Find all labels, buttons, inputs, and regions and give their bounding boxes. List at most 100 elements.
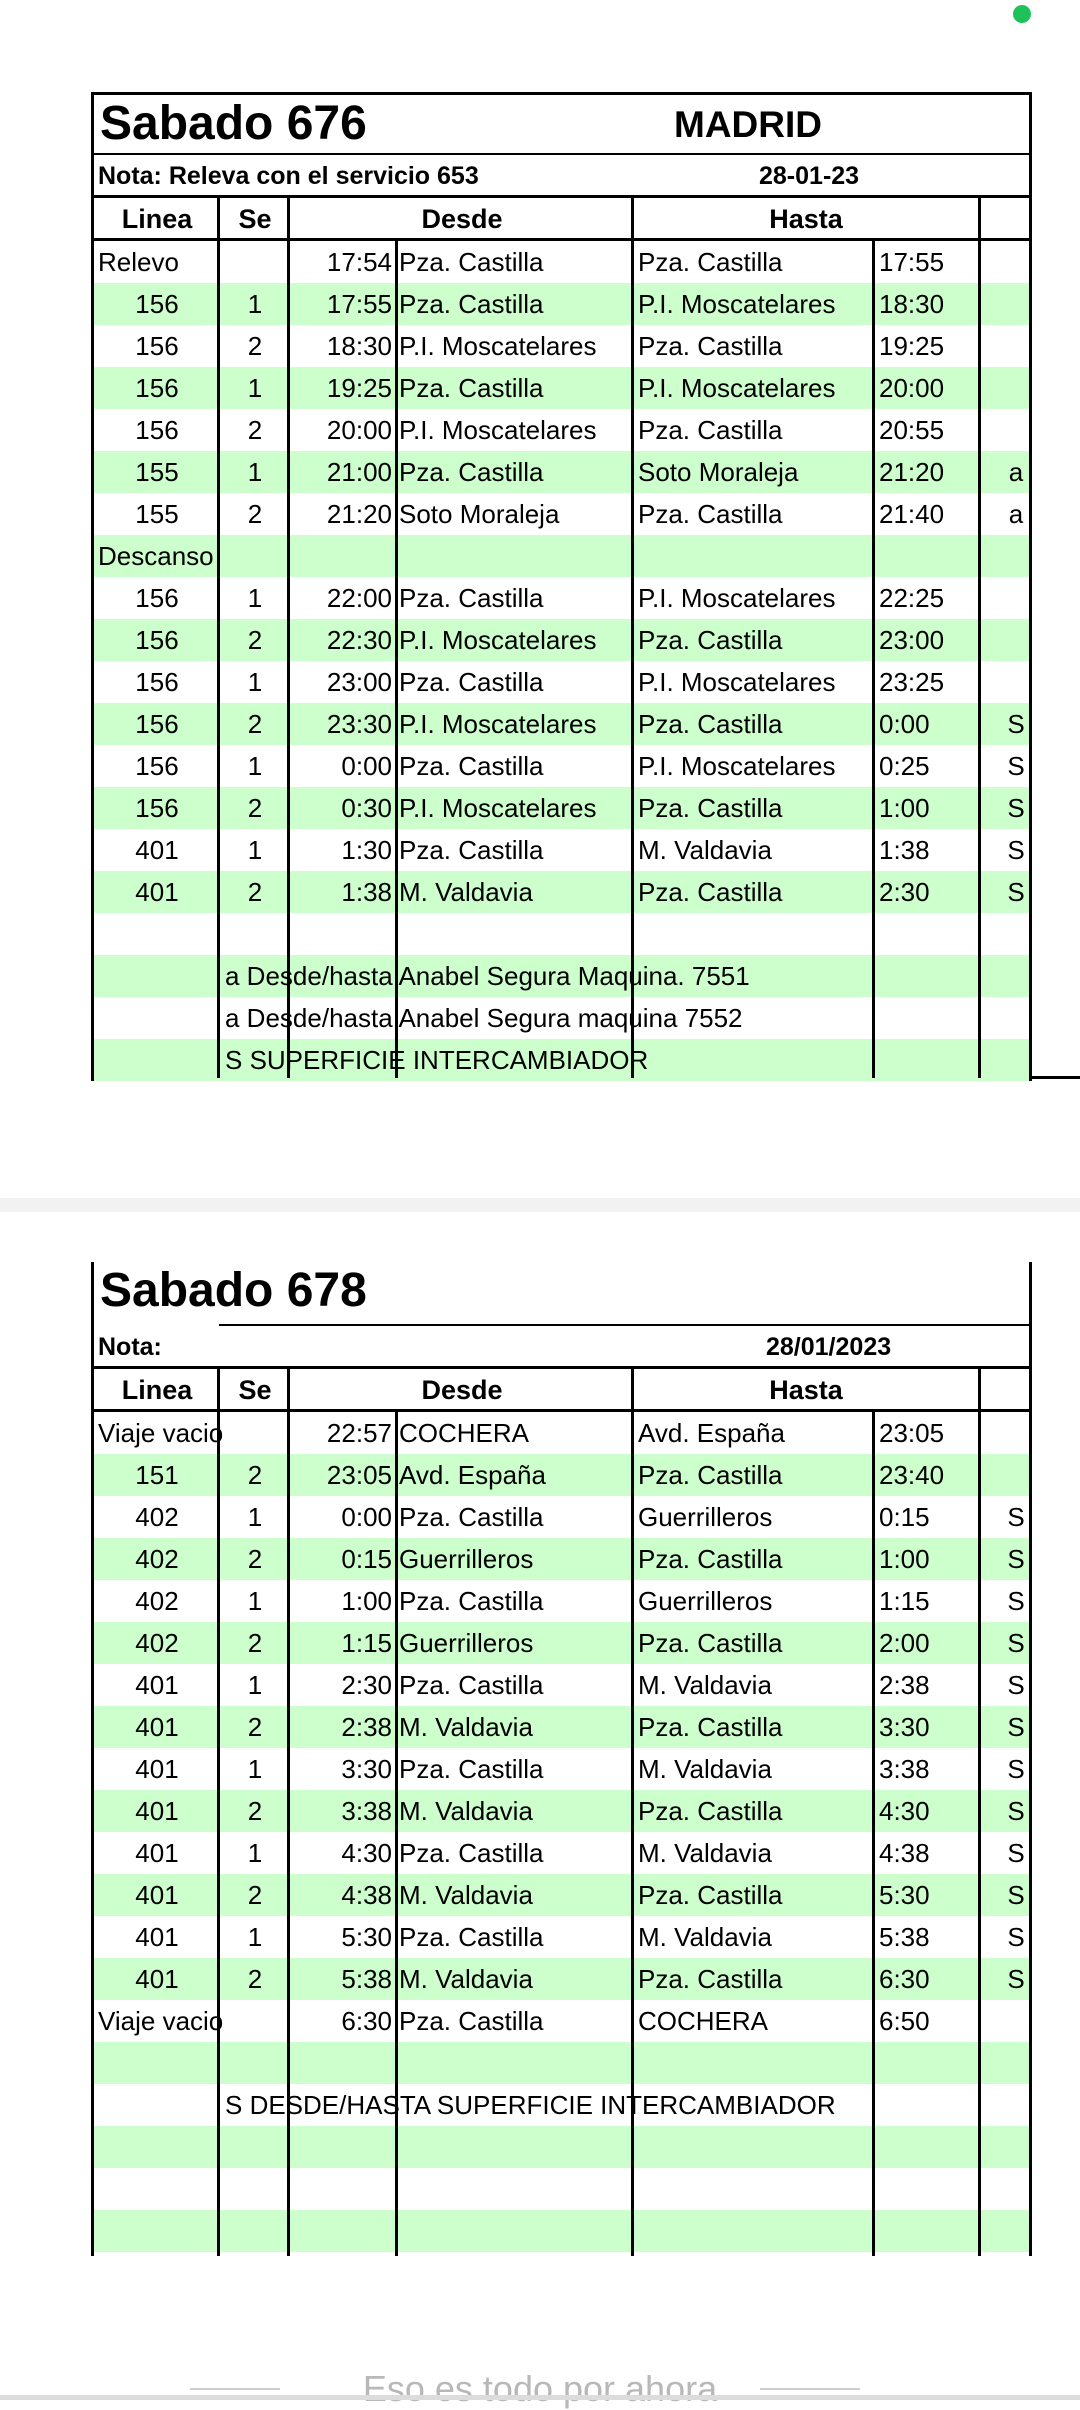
cell-depart-time: 22:30 <box>326 625 392 655</box>
header-linea: Linea <box>121 1375 193 1405</box>
cell-desde: M. Valdavia <box>399 877 533 907</box>
cell-hasta: Pza. Castilla <box>638 1880 783 1910</box>
cell-linea: 402 <box>135 1544 179 1574</box>
cell-linea: 401 <box>135 877 179 907</box>
cell-arrive-time: 5:30 <box>879 1880 930 1910</box>
cell-se: 2 <box>247 625 263 655</box>
cell-flag: S <box>1007 877 1025 907</box>
cell-depart-time: 21:00 <box>326 457 392 487</box>
table-row: 402 1 0:00 Pza. Castilla Guerrilleros 0:15 S <box>94 1496 1029 1538</box>
grid-line <box>872 1412 875 2256</box>
cell-depart-time: 0:30 <box>341 793 392 823</box>
cell-arrive-time: 0:00 <box>879 709 930 739</box>
cell-linea: 402 <box>135 1502 179 1532</box>
cell-desde: P.I. Moscatelares <box>399 709 597 739</box>
cell-linea: Descanso <box>98 541 214 571</box>
cell-depart-time: 1:38 <box>341 877 392 907</box>
cell-desde: Pza. Castilla <box>399 2006 544 2036</box>
cell-depart-time: 23:30 <box>326 709 392 739</box>
cell-hasta: P.I. Moscatelares <box>638 751 836 781</box>
cell-arrive-time: 2:30 <box>879 877 930 907</box>
table-row: Relevo 17:54 Pza. Castilla Pza. Castilla 17:… <box>94 241 1029 283</box>
cell-desde: Pza. Castilla <box>399 373 544 403</box>
table-row: 156 2 0:30 P.I. Moscatelares Pza. Castilla 1:… <box>94 787 1029 829</box>
cell-hasta: Guerrilleros <box>638 1586 773 1616</box>
table-row: 401 2 4:38 M. Valdavia Pza. Castilla 5:30 S <box>94 1874 1029 1916</box>
cell-depart-time: 22:57 <box>326 1418 392 1448</box>
cell-hasta: Pza. Castilla <box>638 877 783 907</box>
cell-linea: 156 <box>135 373 179 403</box>
cell-flag: S <box>1007 793 1025 823</box>
cell-depart-time: 23:05 <box>326 1460 392 1490</box>
table-row: 401 2 5:38 M. Valdavia Pza. Castilla 6:30 S <box>94 1958 1029 2000</box>
cell-depart-time: 1:15 <box>341 1628 392 1658</box>
cell-hasta: Pza. Castilla <box>638 625 783 655</box>
cell-se: 1 <box>247 1670 263 1700</box>
cell-arrive-time: 23:00 <box>879 625 945 655</box>
cell-desde: Pza. Castilla <box>399 457 544 487</box>
section-divider <box>0 1198 1080 1212</box>
table-row: 401 1 3:30 Pza. Castilla M. Valdavia 3:38 S <box>94 1748 1029 1790</box>
cell-desde: P.I. Moscatelares <box>399 793 597 823</box>
cell-linea: Viaje vacio <box>98 2006 224 2036</box>
cell-arrive-time: 3:38 <box>879 1754 930 1784</box>
cell-desde: Pza. Castilla <box>399 1838 544 1868</box>
cell-desde: P.I. Moscatelares <box>399 331 597 361</box>
cell-flag: S <box>1007 1502 1025 1532</box>
cell-hasta: P.I. Moscatelares <box>638 667 836 697</box>
cell-hasta: Pza. Castilla <box>638 1460 783 1490</box>
table-row: 156 1 23:00 Pza. Castilla P.I. Moscatelares 2… <box>94 661 1029 703</box>
header-linea: Linea <box>121 204 193 234</box>
cell-desde: Pza. Castilla <box>399 289 544 319</box>
cell-linea: 156 <box>135 751 179 781</box>
cell-hasta: Pza. Castilla <box>638 1544 783 1574</box>
status-indicator-dot <box>1013 5 1031 23</box>
cell-flag: a <box>1008 457 1024 487</box>
schedule-rows: Viaje vacio 22:57 COCHERA Avd. España 23:05 1… <box>94 1412 1029 2252</box>
cell-se: 2 <box>247 1544 263 1574</box>
cell-linea: 155 <box>135 499 179 529</box>
cell-se: 1 <box>247 835 263 865</box>
footnote-row: S DESDE/HASTA SUPERFICIE INTERCAMBIADOR <box>94 2084 1029 2126</box>
schedule-sheet-678: Sabado 678 Nota: 28/01/2023 Linea Se Des… <box>91 1262 1032 2256</box>
cell-arrive-time: 0:15 <box>879 1502 930 1532</box>
cell-depart-time: 0:00 <box>341 751 392 781</box>
cell-arrive-time: 22:25 <box>879 583 945 613</box>
cell-depart-time: 2:38 <box>341 1712 392 1742</box>
table-row: 401 2 1:38 M. Valdavia Pza. Castilla 2:30 S <box>94 871 1029 913</box>
cell-desde: Soto Moraleja <box>399 499 560 529</box>
grid-line <box>631 196 634 1078</box>
cell-se: 1 <box>247 373 263 403</box>
footnote-text: a Desde/hasta Anabel Segura maquina 7552 <box>225 1003 743 1033</box>
cell-desde: Pza. Castilla <box>399 1586 544 1616</box>
cell-se: 1 <box>247 751 263 781</box>
cell-hasta: Guerrilleros <box>638 1502 773 1532</box>
cell-se: 1 <box>247 1838 263 1868</box>
cell-depart-time: 4:30 <box>341 1838 392 1868</box>
cell-arrive-time: 21:20 <box>879 457 945 487</box>
cell-linea: Viaje vacio <box>98 1418 224 1448</box>
grid-line <box>287 196 290 1078</box>
cell-hasta: M. Valdavia <box>638 835 772 865</box>
cell-linea: 401 <box>135 1670 179 1700</box>
cell-se: 2 <box>247 793 263 823</box>
cell-desde: Pza. Castilla <box>399 247 544 277</box>
footnote-row: S SUPERFICIE INTERCAMBIADOR <box>94 1039 1029 1081</box>
note-row: Nota: Releva con el servicio 653 28-01-2… <box>94 155 1029 198</box>
cell-desde: M. Valdavia <box>399 1712 533 1742</box>
table-row: 401 1 5:30 Pza. Castilla M. Valdavia 5:38 S <box>94 1916 1029 1958</box>
header-hasta: Hasta <box>769 204 843 234</box>
cell-se: 2 <box>247 1712 263 1742</box>
cell-se: 1 <box>247 1922 263 1952</box>
cell-desde: Pza. Castilla <box>399 751 544 781</box>
cell-hasta: M. Valdavia <box>638 1670 772 1700</box>
cell-se: 1 <box>247 1586 263 1616</box>
sheet-title-row: Sabado 678 <box>94 1262 1029 1326</box>
sheet-date: 28/01/2023 <box>766 1333 892 1361</box>
grid-line <box>217 1369 220 2256</box>
cell-hasta: M. Valdavia <box>638 1754 772 1784</box>
cell-arrive-time: 20:55 <box>879 415 945 445</box>
cell-depart-time: 2:30 <box>341 1670 392 1700</box>
cell-linea: Relevo <box>98 247 179 277</box>
cell-desde: M. Valdavia <box>399 1964 533 1994</box>
